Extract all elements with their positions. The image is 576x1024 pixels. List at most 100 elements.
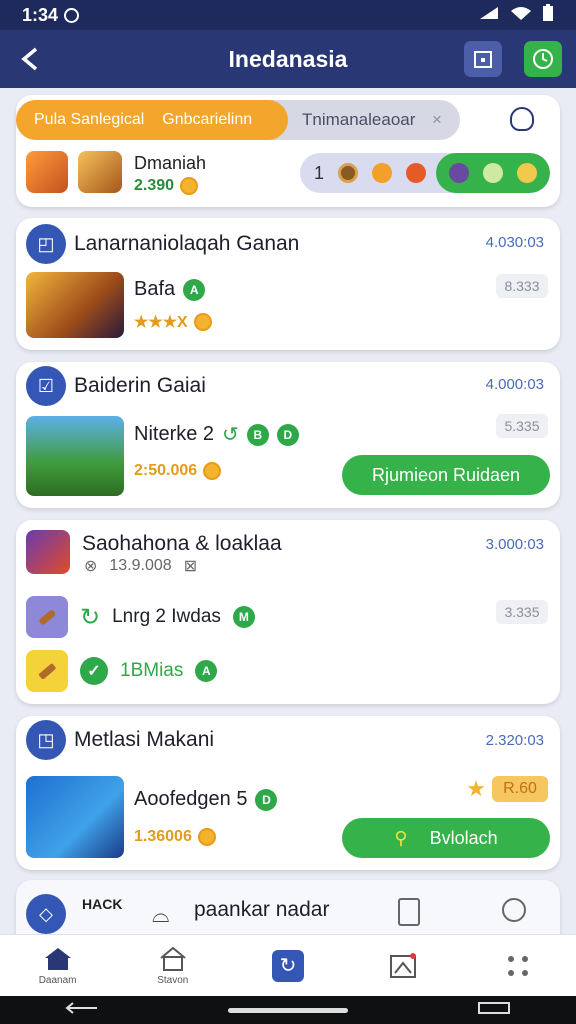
- nav-more[interactable]: [461, 935, 576, 996]
- calendar-button[interactable]: [464, 41, 502, 77]
- close-icon[interactable]: ×: [432, 110, 442, 130]
- leaf-icon: [483, 163, 503, 183]
- game-price-text: ★★★X: [134, 314, 188, 331]
- tab-active-label-b: Gnbcarielinn: [162, 111, 253, 128]
- category-icon: ◳: [26, 720, 66, 760]
- star-icon: [517, 163, 537, 183]
- verified-badge-icon: A: [183, 278, 206, 301]
- profile-icon[interactable]: [510, 107, 534, 131]
- check-icon: ✓: [80, 657, 108, 685]
- fruit-icon: [372, 163, 393, 183]
- score-box: 3.335: [496, 600, 548, 624]
- star-icon: ★: [466, 776, 486, 801]
- nav-gallery[interactable]: [346, 935, 461, 996]
- nav-store[interactable]: Stavon: [115, 935, 230, 996]
- download-button-label: Bvlolach: [429, 827, 498, 848]
- nav-store-label: Stavon: [157, 974, 189, 986]
- featured-price: 2.390: [134, 177, 199, 195]
- clock-button[interactable]: [524, 41, 562, 77]
- game-thumb[interactable]: [26, 530, 70, 574]
- filter-card: Pula Sanlegical Gnbcarielinn Tnimanaleao…: [16, 95, 560, 207]
- sub-row-2[interactable]: ↻ Lnrg 2 Iwdas M: [26, 596, 255, 638]
- status-bar: 1:34: [0, 0, 576, 30]
- category-icon: ☑: [26, 366, 66, 406]
- card-date: 4.030:03: [485, 234, 544, 251]
- orb-icon: [449, 163, 469, 183]
- webcam-icon: [502, 898, 526, 922]
- game-name-text: Niterke 2: [134, 423, 215, 445]
- image-icon: [388, 952, 418, 979]
- refresh-app-icon: ↻: [271, 949, 304, 982]
- badge-icon: B: [246, 423, 269, 446]
- signal-icon: [478, 5, 500, 26]
- refresh-icon: ↺: [222, 424, 239, 446]
- sub-row-3[interactable]: ✓ 1BMias A: [26, 650, 218, 692]
- play-button[interactable]: Rjumieon Ruidaen: [342, 455, 550, 495]
- game-thumb[interactable]: [26, 272, 124, 338]
- card-title: Saohahona & loaklaa: [82, 532, 282, 555]
- game-thumb[interactable]: [26, 416, 124, 496]
- game-card-1[interactable]: ◰ Lanarnaniolaqah Ganan 4.030:03 Bafa A …: [16, 218, 560, 350]
- partial-title: paankar nadar: [194, 898, 330, 921]
- game-card-4[interactable]: ◳ Metlasi Makani 2.320:03 Aoofedgen 5 D …: [16, 716, 560, 870]
- pill-count: 1: [314, 162, 325, 183]
- refresh-icon: ↻: [80, 603, 101, 631]
- store-icon: [158, 946, 188, 972]
- coin-icon: [180, 177, 199, 195]
- bulb-icon: ⚲: [394, 827, 408, 848]
- app-bar: Inedanasia: [0, 30, 576, 88]
- system-home-pill[interactable]: [227, 1007, 348, 1013]
- tool-icon: [26, 596, 68, 638]
- game-price: 2:50.006: [134, 462, 222, 480]
- sub-price-row: ⊗ 13.9.008 ⊠: [84, 556, 197, 576]
- tab-inactive[interactable]: Tnimanaleaoar: [302, 100, 415, 140]
- nav-home[interactable]: Daanam: [0, 935, 115, 996]
- calendar-icon: [474, 51, 492, 68]
- game-thumb[interactable]: [26, 776, 124, 858]
- featured-name: Dmaniah: [134, 153, 207, 173]
- coin-icon: [197, 828, 216, 846]
- game-name-text: Bafa: [134, 278, 176, 300]
- game-price-text: 1.36006: [134, 828, 192, 845]
- coin-icon: [203, 462, 222, 480]
- wifi-icon: [510, 5, 532, 26]
- score-box: 5.335: [496, 414, 548, 438]
- badge-icon: A: [195, 660, 218, 682]
- game-price-text: 2:50.006: [134, 462, 198, 479]
- apple-icon: [406, 163, 427, 183]
- alert-icon: ⊗: [84, 558, 98, 575]
- system-back-icon[interactable]: [65, 1001, 99, 1020]
- download-button[interactable]: ⚲ Bvlolach: [342, 818, 550, 858]
- pill-green-segment[interactable]: [436, 153, 550, 193]
- featured-thumb-1[interactable]: [26, 151, 68, 193]
- game-card-3[interactable]: Saohahona & loaklaa 3.000:03 ⊗ 13.9.008 …: [16, 520, 560, 704]
- system-nav-bar: [0, 996, 576, 1024]
- coin-icon: [193, 313, 212, 331]
- card-title: Metlasi Makani: [74, 728, 215, 751]
- flag-icon: ⊠: [183, 558, 198, 575]
- partial-card[interactable]: ◇ HACK ⌓ paankar nadar: [16, 880, 560, 940]
- sub-row-2-text: Lnrg 2 Iwdas: [112, 606, 221, 627]
- featured-thumb-2[interactable]: [78, 151, 122, 193]
- home-icon: [43, 946, 73, 972]
- nav-home-label: Daanam: [38, 974, 77, 986]
- card-title: Lanarnaniolaqah Ganan: [74, 232, 300, 255]
- status-time: 1:34: [22, 4, 59, 25]
- partial-thumb: HACK: [82, 896, 123, 912]
- game-name: Aoofedgen 5 D: [134, 788, 278, 811]
- featured-price-value: 2.390: [134, 177, 175, 194]
- tab-active[interactable]: Pula Sanlegical Gnbcarielinn: [16, 100, 288, 140]
- system-recents-icon[interactable]: [477, 1001, 511, 1020]
- game-name: Bafa A: [134, 278, 206, 301]
- back-button[interactable]: [0, 30, 60, 88]
- game-card-2[interactable]: ☑ Baiderin Gaiai 4.000:03 Niterke 2 ↺ B …: [16, 362, 560, 508]
- nav-center[interactable]: ↻: [230, 935, 345, 996]
- bottom-nav: Daanam Stavon ↻: [0, 934, 576, 996]
- status-icons: [478, 3, 554, 27]
- featured-pill-group[interactable]: 1: [300, 153, 550, 193]
- grid-icon: [503, 953, 533, 979]
- game-name: Niterke 2 ↺ B D: [134, 422, 299, 447]
- game-name-text: Aoofedgen 5: [134, 788, 248, 810]
- score-box: 8.333: [496, 274, 548, 298]
- back-arrow-icon: [21, 47, 38, 71]
